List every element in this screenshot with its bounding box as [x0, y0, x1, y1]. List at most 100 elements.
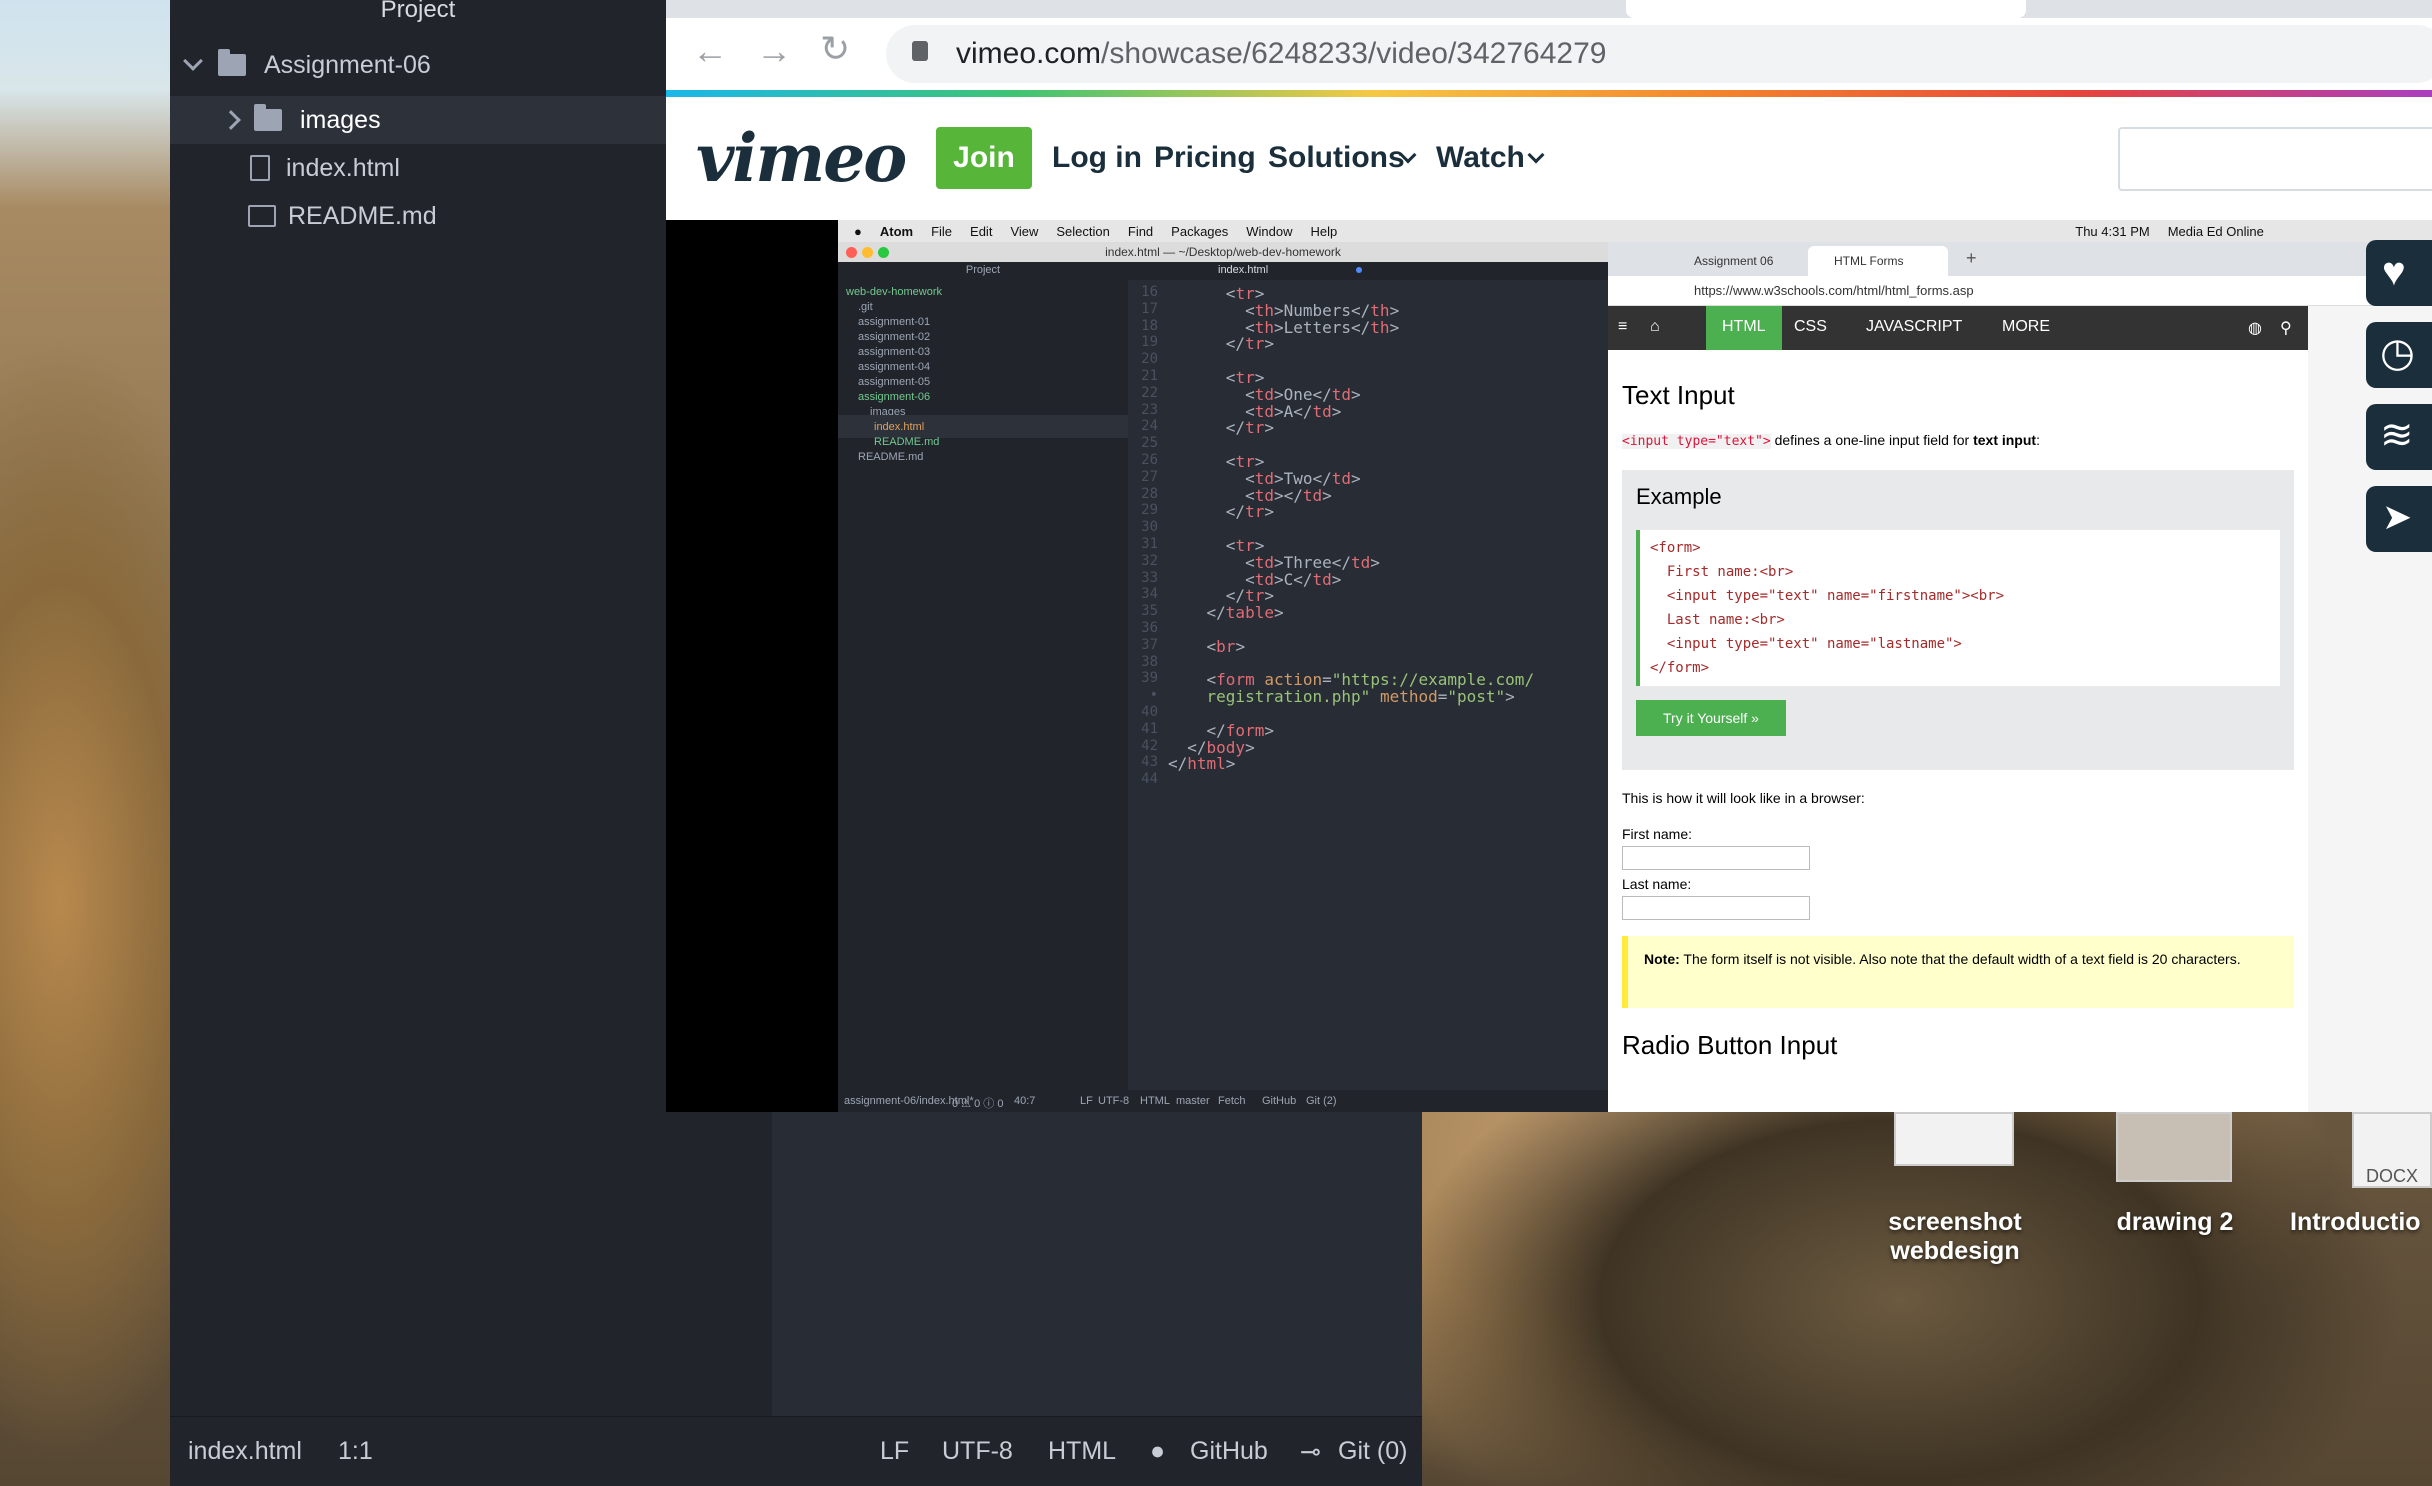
code-token: > — [1370, 552, 1380, 572]
address-bar[interactable]: vimeo.com/showcase/6248233/video/3427642… — [886, 25, 2432, 83]
status-grammar[interactable]: HTML — [1048, 1437, 1116, 1466]
line-number: 16 — [1141, 284, 1158, 300]
search-icon: ⚲ — [2280, 320, 2292, 337]
code-token: > — [1505, 687, 1515, 707]
status-git[interactable]: Git (0) — [1338, 1437, 1407, 1466]
desktop-icon-drawing-2[interactable]: drawing 2 — [2080, 1208, 2270, 1237]
text-input-heading: Text Input — [1622, 380, 1735, 410]
code-token: > — [1351, 468, 1361, 488]
heart-icon: ♥ — [2382, 250, 2406, 294]
tree-item-index-html[interactable]: index.html — [170, 144, 666, 192]
try-it-button: Try it Yourself » — [1636, 700, 1786, 736]
forward-icon[interactable]: → — [756, 30, 792, 72]
github-icon: ● — [1150, 1437, 1166, 1465]
status-eol[interactable]: LF — [880, 1437, 909, 1466]
search-input[interactable] — [2118, 127, 2432, 191]
code-token: th — [1370, 317, 1390, 337]
code-token: tr — [1245, 334, 1265, 354]
tab-strip[interactable] — [666, 0, 2432, 18]
desktop-icon-introduction[interactable]: Introductio — [2290, 1208, 2432, 1237]
intro-code: <input type="text"> — [1622, 434, 1771, 449]
line-number: 39 — [1141, 670, 1158, 687]
line-number: 31 — [1141, 536, 1158, 552]
url-path: /showcase/6248233/video/342764279 — [1101, 37, 1607, 70]
back-icon[interactable]: ← — [692, 30, 728, 72]
menu-file: File — [931, 223, 953, 239]
inner-chrome-window: Assignment 06 HTML Forms + https://www.w… — [1608, 242, 2432, 1112]
status-file[interactable]: index.html — [188, 1437, 302, 1466]
solutions-menu[interactable]: Solutions — [1268, 141, 1405, 175]
code-token: tr — [1245, 418, 1265, 438]
example-code-line: </form> — [1650, 660, 1710, 676]
inner-tab-index-html: index.html — [1218, 264, 1269, 276]
inner-status-enc: UTF-8 — [1098, 1095, 1130, 1107]
w3-nav-css: CSS — [1794, 318, 1827, 335]
thumbnail-drawing[interactable] — [2116, 1112, 2232, 1182]
thumbnail-screenshot[interactable] — [1894, 1112, 2014, 1166]
menu-packages: Packages — [1171, 223, 1229, 239]
code-token: > — [1264, 334, 1274, 354]
line-number: 40 — [1141, 704, 1158, 720]
code-token: > — [1245, 737, 1255, 757]
inner-address-bar: https://www.w3schools.com/html/html_form… — [1608, 276, 2432, 306]
line-number: 30 — [1141, 519, 1158, 536]
code-token: > — [1264, 720, 1274, 740]
join-button[interactable]: Join — [936, 127, 1032, 189]
home-icon: ⌂ — [1650, 318, 1660, 335]
tree-item-images[interactable]: images — [170, 96, 666, 144]
code-line: </tr> — [1168, 502, 1274, 521]
code-token: "post" — [1447, 687, 1506, 707]
code-token: method — [1379, 687, 1438, 707]
inner-atom-window: index.html — ~/Desktop/web-dev-homework … — [838, 242, 1608, 1112]
status-github[interactable]: GitHub — [1190, 1437, 1268, 1466]
w3-nav-javascript: JAVASCRIPT — [1866, 318, 1963, 335]
code-line: </tr> — [1168, 418, 1274, 437]
video-player[interactable]: ● Atom File Edit View Selection Find Pac… — [666, 220, 2432, 1112]
vimeo-logo[interactable]: vimeo — [696, 119, 907, 197]
inner-url: https://www.w3schools.com/html/html_form… — [1694, 283, 1974, 298]
example-title: Example — [1636, 484, 1722, 509]
w3-nav-html: HTML — [1722, 318, 1766, 335]
globe-icon: ◍ — [2248, 320, 2262, 337]
menu-view: View — [1010, 223, 1039, 239]
code-token: td — [1312, 569, 1332, 589]
code-line: </table> — [1168, 603, 1284, 622]
first-name-field — [1622, 846, 1810, 870]
line-number: 36 — [1141, 620, 1158, 636]
line-number: 33 — [1141, 569, 1158, 586]
line-number: 28 — [1141, 485, 1158, 502]
intro-bold: text input — [1973, 432, 2037, 448]
status-encoding[interactable]: UTF-8 — [942, 1437, 1013, 1466]
tree-item-label: index.html — [286, 153, 400, 182]
reload-icon[interactable]: ↻ — [820, 28, 850, 70]
browser-preview-text: This is how it will look like in a brows… — [1622, 790, 1865, 806]
thumbnail-docx[interactable]: DOCX — [2352, 1112, 2432, 1188]
code-token: tr — [1245, 502, 1265, 522]
example-code-line: <input type="text" name="firstname"><br> — [1650, 588, 2005, 604]
tab-active[interactable] — [1626, 0, 2026, 18]
status-cursor[interactable]: 1:1 — [338, 1437, 373, 1466]
note-box: Note: The form itself is not visible. Al… — [1622, 936, 2294, 1008]
example-code-line: <input type="text" name="lastname"> — [1650, 636, 1962, 652]
login-link[interactable]: Log in — [1052, 141, 1142, 175]
watch-later-button[interactable]: ◷ — [2366, 322, 2432, 388]
editor-pane[interactable] — [772, 1110, 1422, 1416]
menu-window: Window — [1246, 223, 1293, 239]
line-number: 43 — [1141, 754, 1158, 771]
desktop-icon-screenshot-webdesign[interactable]: screenshot webdesign — [1850, 1208, 2060, 1266]
inner-status-grammar: HTML — [1140, 1095, 1170, 1107]
code-token: html — [1187, 754, 1226, 774]
share-button[interactable]: ➤ — [2366, 486, 2432, 552]
tree-item-assignment-06[interactable]: Assignment-06 — [170, 41, 666, 89]
like-button[interactable]: ♥ — [2366, 240, 2432, 306]
menu-selection: Selection — [1056, 223, 1110, 239]
collections-button[interactable]: ≋ — [2366, 404, 2432, 470]
inner-tree-header: Project — [965, 264, 1001, 276]
watch-menu[interactable]: Watch — [1436, 141, 1525, 175]
tree-item-readme[interactable]: README.md — [170, 192, 666, 240]
pricing-link[interactable]: Pricing — [1154, 141, 1256, 175]
code-line: <br> — [1168, 637, 1246, 656]
layers-icon: ≋ — [2380, 413, 2414, 457]
inner-tab-assignment: Assignment 06 — [1694, 254, 1774, 268]
account-name: Media Ed Online — [2167, 223, 2264, 239]
